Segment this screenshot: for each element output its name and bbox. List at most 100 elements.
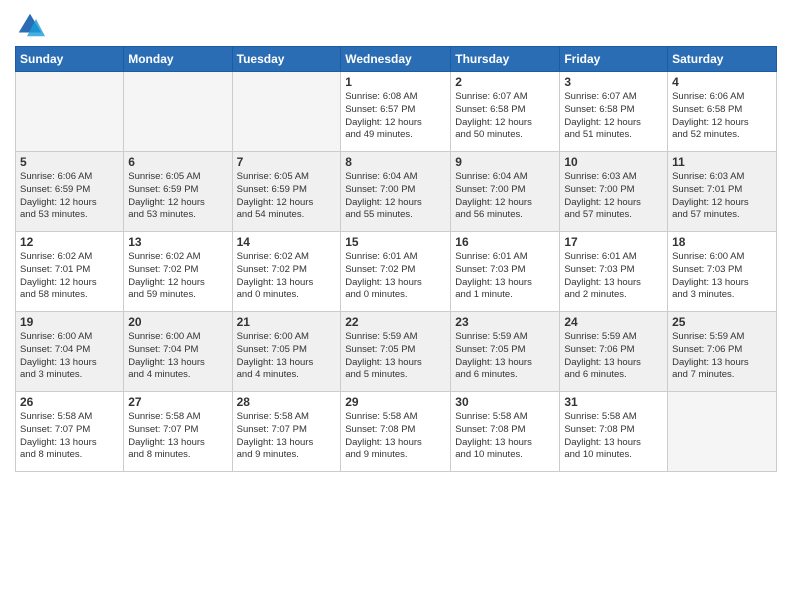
calendar-cell: 19 Sunrise: 6:00 AMSunset: 7:04 PMDayligh… bbox=[16, 312, 124, 392]
calendar-cell: 10 Sunrise: 6:03 AMSunset: 7:00 PMDayligh… bbox=[560, 152, 668, 232]
calendar-cell: 5 Sunrise: 6:06 AMSunset: 6:59 PMDaylight… bbox=[16, 152, 124, 232]
day-info: Sunrise: 6:05 AMSunset: 6:59 PMDaylight:… bbox=[128, 171, 227, 222]
day-number: 10 bbox=[564, 155, 663, 169]
weekday-header-tuesday: Tuesday bbox=[232, 47, 341, 72]
page: SundayMondayTuesdayWednesdayThursdayFrid… bbox=[0, 0, 792, 612]
day-number: 6 bbox=[128, 155, 227, 169]
calendar-cell: 3 Sunrise: 6:07 AMSunset: 6:58 PMDaylight… bbox=[560, 72, 668, 152]
day-info: Sunrise: 6:07 AMSunset: 6:58 PMDaylight:… bbox=[564, 91, 663, 142]
calendar-cell: 1 Sunrise: 6:08 AMSunset: 6:57 PMDaylight… bbox=[341, 72, 451, 152]
calendar-cell: 18Sunrise: 6:00 AMSunset: 7:03 PMDayligh… bbox=[668, 232, 777, 312]
day-info: Sunrise: 6:02 AMSunset: 7:01 PMDaylight:… bbox=[20, 251, 119, 302]
calendar-cell bbox=[668, 392, 777, 472]
weekday-header-saturday: Saturday bbox=[668, 47, 777, 72]
day-number: 25 bbox=[672, 315, 772, 329]
week-row-4: 19 Sunrise: 6:00 AMSunset: 7:04 PMDayligh… bbox=[16, 312, 777, 392]
day-number: 19 bbox=[20, 315, 119, 329]
calendar-cell: 4 Sunrise: 6:06 AMSunset: 6:58 PMDaylight… bbox=[668, 72, 777, 152]
header bbox=[15, 10, 777, 40]
calendar-cell: 12 Sunrise: 6:02 AMSunset: 7:01 PMDayligh… bbox=[16, 232, 124, 312]
calendar-cell: 25Sunrise: 5:59 AMSunset: 7:06 PMDayligh… bbox=[668, 312, 777, 392]
calendar-cell: 2 Sunrise: 6:07 AMSunset: 6:58 PMDaylight… bbox=[451, 72, 560, 152]
calendar-cell bbox=[16, 72, 124, 152]
weekday-header-wednesday: Wednesday bbox=[341, 47, 451, 72]
day-number: 16 bbox=[455, 235, 555, 249]
week-row-2: 5 Sunrise: 6:06 AMSunset: 6:59 PMDaylight… bbox=[16, 152, 777, 232]
day-info: Sunrise: 6:01 AMSunset: 7:03 PMDaylight:… bbox=[564, 251, 663, 302]
calendar-cell: 29 Sunrise: 5:58 AMSunset: 7:08 PMDayligh… bbox=[341, 392, 451, 472]
day-number: 3 bbox=[564, 75, 663, 89]
day-number: 1 bbox=[345, 75, 446, 89]
day-number: 9 bbox=[455, 155, 555, 169]
day-info: Sunrise: 6:06 AMSunset: 6:58 PMDaylight:… bbox=[672, 91, 772, 142]
calendar-cell: 6 Sunrise: 6:05 AMSunset: 6:59 PMDaylight… bbox=[124, 152, 232, 232]
day-number: 20 bbox=[128, 315, 227, 329]
day-info: Sunrise: 6:00 AMSunset: 7:03 PMDaylight:… bbox=[672, 251, 772, 302]
day-number: 21 bbox=[237, 315, 337, 329]
day-info: Sunrise: 5:59 AMSunset: 7:06 PMDaylight:… bbox=[564, 331, 663, 382]
day-info: Sunrise: 6:01 AMSunset: 7:03 PMDaylight:… bbox=[455, 251, 555, 302]
calendar-cell: 7 Sunrise: 6:05 AMSunset: 6:59 PMDaylight… bbox=[232, 152, 341, 232]
day-info: Sunrise: 6:01 AMSunset: 7:02 PMDaylight:… bbox=[345, 251, 446, 302]
day-number: 8 bbox=[345, 155, 446, 169]
calendar-cell: 15 Sunrise: 6:01 AMSunset: 7:02 PMDayligh… bbox=[341, 232, 451, 312]
day-info: Sunrise: 6:02 AMSunset: 7:02 PMDaylight:… bbox=[237, 251, 337, 302]
week-row-1: 1 Sunrise: 6:08 AMSunset: 6:57 PMDaylight… bbox=[16, 72, 777, 152]
day-number: 7 bbox=[237, 155, 337, 169]
day-info: Sunrise: 6:04 AMSunset: 7:00 PMDaylight:… bbox=[345, 171, 446, 222]
calendar-cell: 13 Sunrise: 6:02 AMSunset: 7:02 PMDayligh… bbox=[124, 232, 232, 312]
day-info: Sunrise: 6:06 AMSunset: 6:59 PMDaylight:… bbox=[20, 171, 119, 222]
logo bbox=[15, 10, 49, 40]
day-info: Sunrise: 5:58 AMSunset: 7:08 PMDaylight:… bbox=[345, 411, 446, 462]
day-number: 17 bbox=[564, 235, 663, 249]
week-row-5: 26 Sunrise: 5:58 AMSunset: 7:07 PMDayligh… bbox=[16, 392, 777, 472]
calendar-cell: 30 Sunrise: 5:58 AMSunset: 7:08 PMDayligh… bbox=[451, 392, 560, 472]
day-number: 13 bbox=[128, 235, 227, 249]
day-number: 24 bbox=[564, 315, 663, 329]
day-number: 29 bbox=[345, 395, 446, 409]
day-info: Sunrise: 5:58 AMSunset: 7:08 PMDaylight:… bbox=[564, 411, 663, 462]
day-number: 23 bbox=[455, 315, 555, 329]
calendar-cell: 26 Sunrise: 5:58 AMSunset: 7:07 PMDayligh… bbox=[16, 392, 124, 472]
weekday-header-thursday: Thursday bbox=[451, 47, 560, 72]
day-info: Sunrise: 6:00 AMSunset: 7:04 PMDaylight:… bbox=[20, 331, 119, 382]
day-info: Sunrise: 5:59 AMSunset: 7:05 PMDaylight:… bbox=[455, 331, 555, 382]
calendar-cell: 27Sunrise: 5:58 AMSunset: 7:07 PMDayligh… bbox=[124, 392, 232, 472]
day-info: Sunrise: 6:00 AMSunset: 7:05 PMDaylight:… bbox=[237, 331, 337, 382]
day-info: Sunrise: 6:02 AMSunset: 7:02 PMDaylight:… bbox=[128, 251, 227, 302]
day-number: 22 bbox=[345, 315, 446, 329]
day-info: Sunrise: 6:03 AMSunset: 7:00 PMDaylight:… bbox=[564, 171, 663, 222]
calendar-cell: 31 Sunrise: 5:58 AMSunset: 7:08 PMDayligh… bbox=[560, 392, 668, 472]
weekday-header-monday: Monday bbox=[124, 47, 232, 72]
day-number: 26 bbox=[20, 395, 119, 409]
day-number: 2 bbox=[455, 75, 555, 89]
day-number: 31 bbox=[564, 395, 663, 409]
calendar-cell: 8 Sunrise: 6:04 AMSunset: 7:00 PMDaylight… bbox=[341, 152, 451, 232]
day-info: Sunrise: 6:07 AMSunset: 6:58 PMDaylight:… bbox=[455, 91, 555, 142]
calendar-cell: 20Sunrise: 6:00 AMSunset: 7:04 PMDayligh… bbox=[124, 312, 232, 392]
day-number: 15 bbox=[345, 235, 446, 249]
calendar-cell: 9 Sunrise: 6:04 AMSunset: 7:00 PMDaylight… bbox=[451, 152, 560, 232]
day-number: 27 bbox=[128, 395, 227, 409]
calendar-cell: 24 Sunrise: 5:59 AMSunset: 7:06 PMDayligh… bbox=[560, 312, 668, 392]
day-info: Sunrise: 5:58 AMSunset: 7:07 PMDaylight:… bbox=[237, 411, 337, 462]
day-info: Sunrise: 6:04 AMSunset: 7:00 PMDaylight:… bbox=[455, 171, 555, 222]
weekday-header-sunday: Sunday bbox=[16, 47, 124, 72]
day-number: 4 bbox=[672, 75, 772, 89]
day-number: 12 bbox=[20, 235, 119, 249]
calendar-cell: 17 Sunrise: 6:01 AMSunset: 7:03 PMDayligh… bbox=[560, 232, 668, 312]
day-info: Sunrise: 6:03 AMSunset: 7:01 PMDaylight:… bbox=[672, 171, 772, 222]
day-number: 14 bbox=[237, 235, 337, 249]
day-number: 5 bbox=[20, 155, 119, 169]
day-info: Sunrise: 5:59 AMSunset: 7:05 PMDaylight:… bbox=[345, 331, 446, 382]
day-info: Sunrise: 5:58 AMSunset: 7:08 PMDaylight:… bbox=[455, 411, 555, 462]
calendar-cell: 14 Sunrise: 6:02 AMSunset: 7:02 PMDayligh… bbox=[232, 232, 341, 312]
calendar: SundayMondayTuesdayWednesdayThursdayFrid… bbox=[15, 46, 777, 472]
day-info: Sunrise: 5:58 AMSunset: 7:07 PMDaylight:… bbox=[20, 411, 119, 462]
calendar-cell: 16 Sunrise: 6:01 AMSunset: 7:03 PMDayligh… bbox=[451, 232, 560, 312]
day-info: Sunrise: 6:05 AMSunset: 6:59 PMDaylight:… bbox=[237, 171, 337, 222]
calendar-cell: 11Sunrise: 6:03 AMSunset: 7:01 PMDayligh… bbox=[668, 152, 777, 232]
logo-icon bbox=[15, 10, 45, 40]
day-info: Sunrise: 6:08 AMSunset: 6:57 PMDaylight:… bbox=[345, 91, 446, 142]
day-number: 30 bbox=[455, 395, 555, 409]
